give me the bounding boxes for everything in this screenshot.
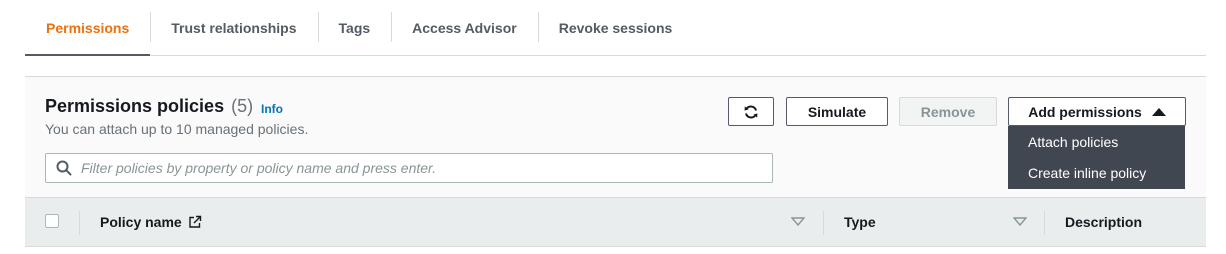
policy-count: (5): [231, 96, 254, 116]
tab-label: Trust relationships: [171, 19, 297, 36]
select-all-checkbox[interactable]: [45, 214, 59, 228]
add-permissions-button[interactable]: Add permissions: [1008, 97, 1186, 126]
table-header: Policy name Type Description: [25, 197, 1206, 247]
search-field[interactable]: [45, 153, 773, 183]
external-link-icon: [189, 215, 201, 228]
add-permissions-label: Add permissions: [1028, 103, 1142, 120]
column-divider: [1044, 211, 1045, 235]
tab-tags[interactable]: Tags: [317, 0, 392, 55]
menu-item-create-inline-policy[interactable]: Create inline policy: [1008, 157, 1185, 188]
tab-revoke-sessions[interactable]: Revoke sessions: [537, 0, 694, 55]
permissions-policies-panel: Permissions policies (5) Info You can at…: [25, 76, 1206, 247]
panel-title: Permissions policies (5): [45, 96, 253, 117]
tab-label: Access Advisor: [412, 19, 517, 36]
tab-permissions[interactable]: Permissions: [25, 0, 151, 56]
column-header-policy-name[interactable]: Policy name: [100, 214, 202, 230]
tab-trust-relationships[interactable]: Trust relationships: [150, 0, 317, 55]
column-label: Description: [1065, 214, 1143, 230]
tab-label: Revoke sessions: [558, 19, 673, 36]
column-divider: [823, 211, 824, 235]
refresh-icon: [744, 105, 758, 118]
column-divider: [79, 211, 80, 235]
caret-up-icon: [1151, 107, 1166, 116]
info-link[interactable]: Info: [261, 102, 283, 116]
add-permissions-menu: Attach policies Create inline policy: [1008, 126, 1185, 189]
column-header-description[interactable]: Description: [1065, 214, 1142, 230]
column-header-type[interactable]: Type: [844, 214, 876, 230]
tab-access-advisor[interactable]: Access Advisor: [391, 0, 538, 55]
sort-icon[interactable]: [791, 217, 805, 226]
refresh-button[interactable]: [728, 97, 774, 126]
panel-subtitle: You can attach up to 10 managed policies…: [45, 121, 309, 137]
tab-label: Permissions: [46, 19, 130, 36]
tab-label: Tags: [338, 19, 371, 36]
simulate-button[interactable]: Simulate: [786, 97, 888, 126]
sort-icon[interactable]: [1013, 217, 1027, 226]
column-label: Type: [844, 214, 876, 230]
search-icon: [56, 160, 72, 176]
panel-title-text: Permissions policies: [45, 96, 225, 116]
search-input[interactable]: [81, 160, 751, 176]
column-label: Policy name: [100, 214, 182, 230]
tab-bar: Permissions Trust relationships Tags Acc…: [25, 0, 1206, 56]
menu-item-attach-policies[interactable]: Attach policies: [1008, 126, 1185, 157]
remove-button[interactable]: Remove: [899, 97, 997, 126]
